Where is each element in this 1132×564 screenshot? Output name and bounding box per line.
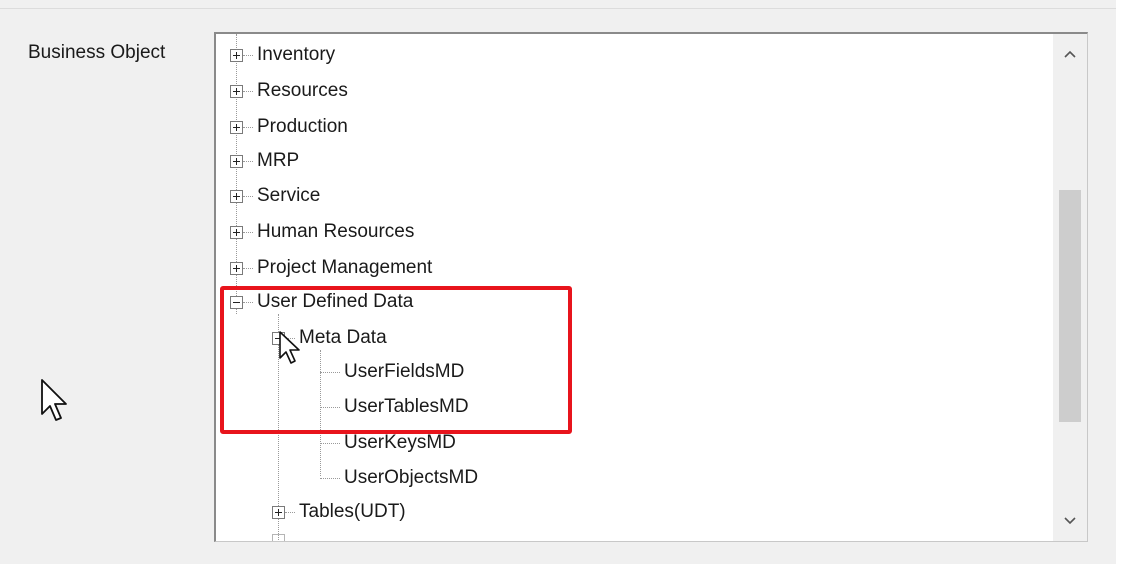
expand-icon[interactable]: [230, 48, 243, 62]
tree-node-label: MRP: [257, 150, 300, 171]
tree-connector: [243, 54, 253, 56]
scroll-down-button[interactable]: [1053, 501, 1087, 541]
tree-node-label: Production: [257, 116, 348, 137]
tree-connector: [243, 231, 253, 233]
tree-node-project-management[interactable]: Project Management: [230, 253, 432, 283]
chevron-down-icon: [1064, 517, 1076, 525]
tree-node-cut-off: [272, 534, 462, 541]
tree-node-label: Human Resources: [257, 221, 415, 242]
scroll-thumb[interactable]: [1059, 190, 1081, 422]
window-edge: [1116, 0, 1132, 564]
expand-icon[interactable]: [230, 84, 243, 98]
tree-node-label: Resources: [257, 80, 348, 101]
mouse-cursor-icon: [279, 331, 300, 364]
tree-node-label: Inventory: [257, 44, 336, 65]
scroll-up-button[interactable]: [1053, 34, 1087, 74]
tree-connector: [285, 511, 295, 513]
annotation-highlight-box: [220, 286, 572, 434]
tree-node-userobjectsmd[interactable]: UserObjectsMD: [320, 463, 478, 493]
tree-connector: [320, 477, 340, 479]
chevron-up-icon: [1064, 50, 1076, 58]
tree-node-resources[interactable]: Resources: [230, 76, 348, 106]
tree-node-label: Project Management: [257, 257, 433, 278]
expand-icon[interactable]: [230, 225, 243, 239]
tree-node-production[interactable]: Production: [230, 112, 348, 142]
expand-icon[interactable]: [230, 120, 243, 134]
tree-node-label: Service: [257, 185, 321, 206]
tree-connector: [243, 267, 253, 269]
panel-divider: [0, 8, 1116, 9]
tree-node-mrp[interactable]: MRP: [230, 146, 299, 176]
tree-connector: [243, 160, 253, 162]
tree-node-label: UserObjectsMD: [344, 467, 479, 488]
tree-node-label: UserKeysMD: [344, 432, 456, 453]
mouse-cursor-icon: [41, 379, 67, 421]
tree-scrollbar[interactable]: [1053, 34, 1087, 541]
tree-node-human-resources[interactable]: Human Resources: [230, 217, 414, 247]
expand-icon[interactable]: [230, 189, 243, 203]
tree-node-service[interactable]: Service: [230, 181, 320, 211]
tree-connector: [243, 126, 253, 128]
tree-node-label: Tables(UDT): [299, 501, 406, 522]
expand-icon[interactable]: [230, 154, 243, 168]
tree-node-inventory[interactable]: Inventory: [230, 40, 335, 70]
expand-icon[interactable]: [272, 505, 285, 519]
tree-connector: [243, 90, 253, 92]
tree-node-tables-udt[interactable]: Tables(UDT): [272, 497, 406, 527]
tree-connector: [243, 195, 253, 197]
expand-icon[interactable]: [230, 261, 243, 275]
business-object-label: Business Object: [28, 42, 166, 63]
tree-connector: [320, 442, 340, 444]
